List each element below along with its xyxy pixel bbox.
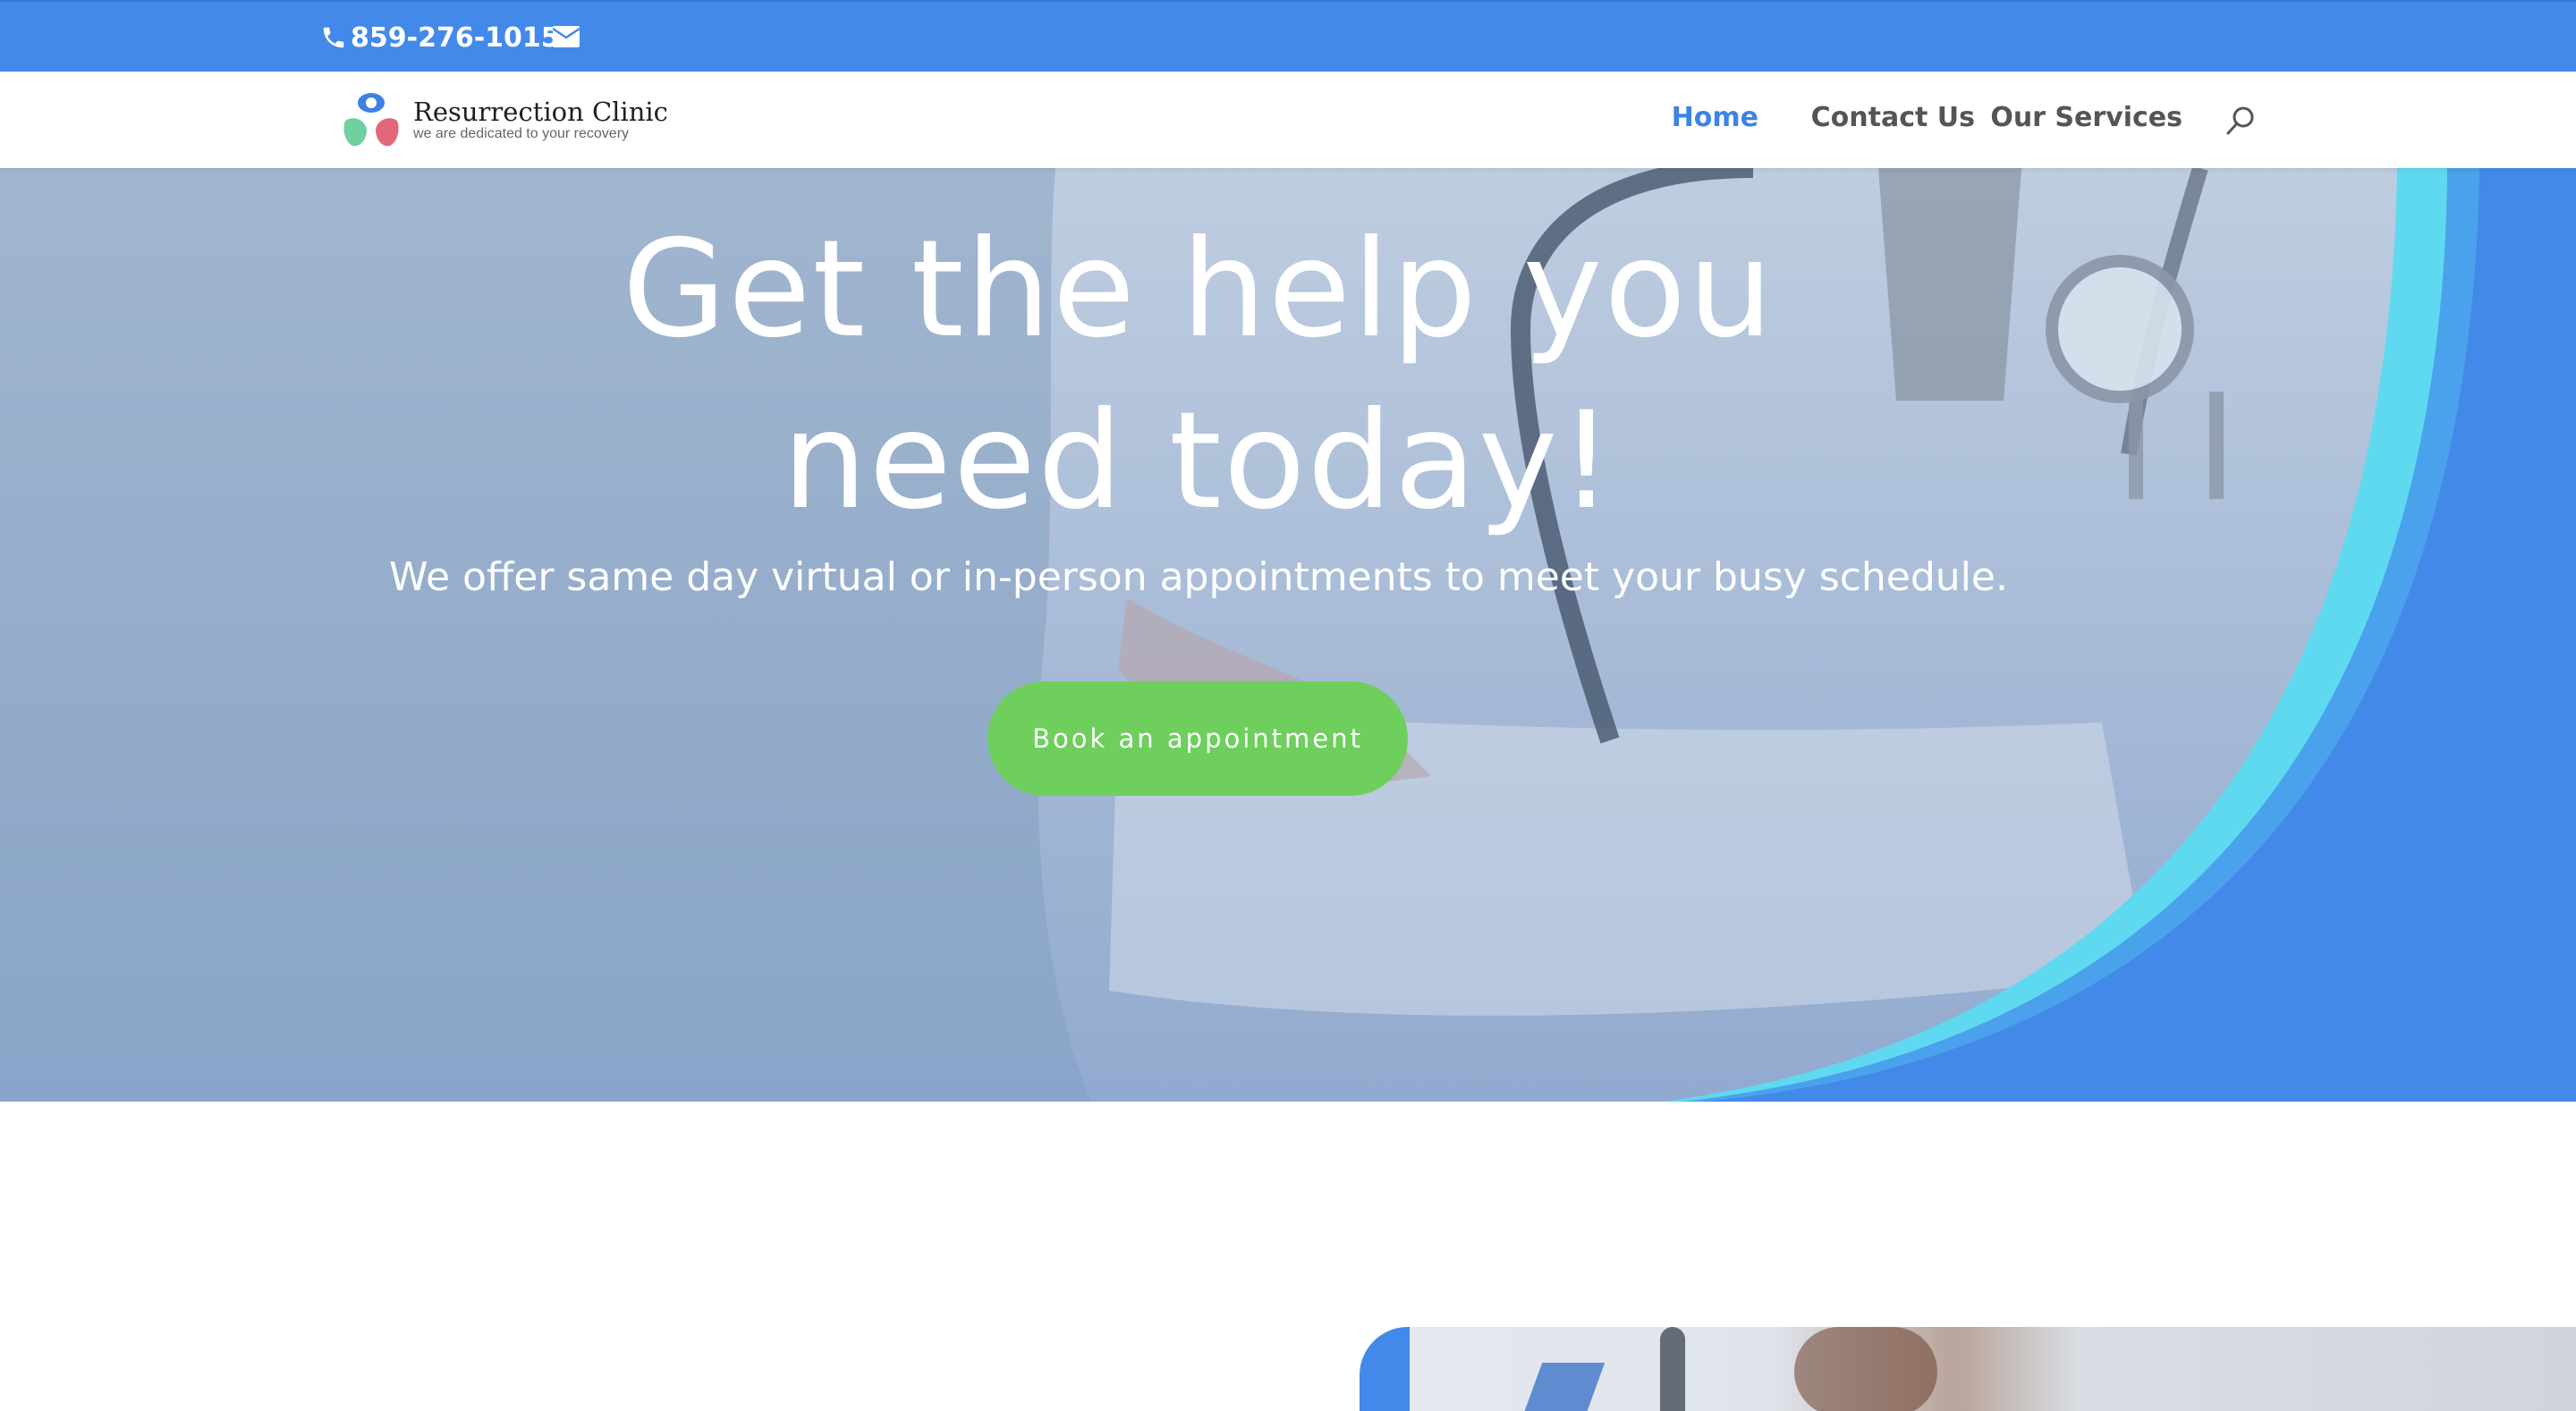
hero-section: Get the help you need today! We offer sa… — [0, 168, 2576, 1102]
main-nav: Home Contact Us Our Services — [0, 102, 2576, 138]
nav-item-our-services[interactable]: Our Services — [1990, 102, 2182, 133]
phone-number: 859-276-1015 — [351, 21, 560, 54]
mail-icon[interactable] — [553, 26, 580, 47]
site-header: Resurrection Clinic we are dedicated to … — [0, 72, 2576, 168]
hero-title-line-2: need today! — [782, 384, 1615, 539]
image-detail — [1794, 1327, 1937, 1411]
hero-title-line-1: Get the help you — [622, 212, 1775, 368]
nav-item-home[interactable]: Home — [1672, 102, 1758, 133]
search-icon[interactable] — [2225, 106, 2256, 136]
hero-subtitle: We offer same day virtual or in-person a… — [389, 554, 2008, 600]
nav-item-contact-us[interactable]: Contact Us — [1811, 102, 1975, 133]
image-detail — [1660, 1327, 1685, 1411]
top-contact-bar: 859-276-1015 — [0, 0, 2576, 72]
image-detail — [1509, 1363, 1606, 1411]
book-appointment-button[interactable]: Book an appointment — [987, 681, 1408, 796]
services-image — [1410, 1327, 2576, 1411]
services-image-card — [1360, 1327, 2576, 1411]
hero-title: Get the help you need today! — [0, 204, 2397, 547]
phone-icon — [323, 27, 344, 48]
phone-link[interactable]: 859-276-1015 — [320, 20, 560, 55]
